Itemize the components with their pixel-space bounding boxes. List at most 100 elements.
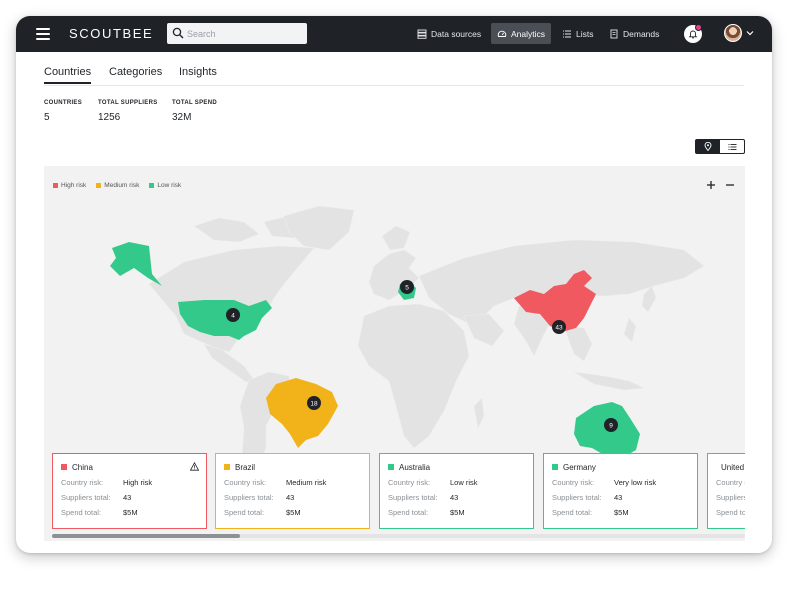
card-spend-row: Spend total: $5M bbox=[61, 508, 198, 517]
plus-icon bbox=[707, 181, 715, 189]
country-alaska bbox=[110, 242, 162, 286]
card-header: Brazil bbox=[224, 462, 361, 472]
field-value: High risk bbox=[123, 478, 153, 487]
marker-count: 5 bbox=[405, 285, 409, 292]
nav-label: Demands bbox=[623, 28, 660, 39]
search-input[interactable] bbox=[187, 23, 302, 44]
world-map-panel[interactable]: 4 5 43 18 9 High risk Medium risk Low ri bbox=[44, 166, 745, 541]
zoom-in-button[interactable] bbox=[705, 179, 717, 191]
field-label: Country risk: bbox=[61, 478, 104, 487]
card-risk-row: Country risk: Very low risk bbox=[552, 478, 689, 487]
field-value: $5M bbox=[286, 508, 301, 517]
card-risk-row: Country risk: Low risk bbox=[388, 478, 525, 487]
map-pin-icon bbox=[704, 142, 712, 151]
field-label: Spend total: bbox=[224, 508, 265, 517]
marker-count: 9 bbox=[609, 423, 613, 430]
legend-label: Medium risk bbox=[104, 182, 140, 189]
map-marker-australia[interactable]: 9 bbox=[604, 418, 618, 432]
menu-icon[interactable] bbox=[36, 28, 50, 40]
nav-demands[interactable]: Demands bbox=[603, 23, 665, 44]
field-value: 43 bbox=[614, 493, 623, 502]
legend-item-low-risk: Low risk bbox=[149, 182, 181, 189]
list-view-button[interactable] bbox=[720, 140, 744, 153]
tab-insights[interactable]: Insights bbox=[179, 66, 217, 78]
stat-label: COUNTRIES bbox=[44, 100, 83, 106]
country-card-australia[interactable]: Australia Country risk: Low risk Supplier… bbox=[379, 453, 534, 529]
search-icon bbox=[172, 27, 184, 39]
legend-swatch bbox=[53, 183, 58, 188]
risk-swatch bbox=[224, 464, 230, 470]
field-label: Spend total: bbox=[61, 508, 102, 517]
minus-icon bbox=[726, 184, 734, 186]
card-suppliers-row: Suppliers total: 43 bbox=[552, 493, 689, 502]
legend-label: Low risk bbox=[157, 182, 182, 189]
map-view-button[interactable] bbox=[696, 140, 720, 153]
legend-item-medium-risk: Medium risk bbox=[96, 182, 139, 189]
card-spend-row: Spend total: bbox=[716, 508, 745, 517]
stat-total-spend: TOTAL SPEND 32M bbox=[172, 100, 217, 123]
country-brazil bbox=[266, 378, 338, 448]
field-label: Suppliers total: bbox=[388, 493, 438, 502]
map-marker-usa[interactable]: 4 bbox=[226, 308, 240, 322]
card-country-name: Brazil bbox=[235, 462, 256, 472]
card-suppliers-row: Suppliers total: bbox=[716, 493, 745, 502]
search-box[interactable] bbox=[167, 23, 307, 44]
card-country-name: United bbox=[721, 462, 745, 472]
field-label: Suppliers total: bbox=[716, 493, 745, 502]
nav-label: Analytics bbox=[511, 28, 546, 39]
nav-analytics[interactable]: Analytics bbox=[491, 23, 552, 44]
field-value: $5M bbox=[123, 508, 138, 517]
cards-scrollbar-thumb[interactable] bbox=[52, 534, 240, 538]
field-value: Very low risk bbox=[614, 478, 657, 487]
map-marker-europe[interactable]: 5 bbox=[400, 280, 414, 294]
map-marker-brazil[interactable]: 18 bbox=[307, 396, 321, 410]
card-country-name: China bbox=[72, 462, 93, 472]
map-marker-china[interactable]: 43 bbox=[552, 320, 566, 334]
stat-label: TOTAL SUPPLIERS bbox=[98, 100, 158, 106]
zoom-out-button[interactable] bbox=[724, 179, 736, 191]
tab-countries[interactable]: Countries bbox=[44, 66, 92, 84]
risk-swatch bbox=[552, 464, 558, 470]
card-risk-row: Country risk: bbox=[716, 478, 745, 487]
stat-countries: COUNTRIES 5 bbox=[44, 100, 82, 123]
nav-data-sources[interactable]: Data sources bbox=[411, 23, 487, 44]
tab-bar: Countries Categories Insights bbox=[44, 66, 744, 86]
card-spend-row: Spend total: $5M bbox=[224, 508, 361, 517]
country-card-brazil[interactable]: Brazil Country risk: Medium risk Supplier… bbox=[215, 453, 370, 529]
chevron-down-icon[interactable] bbox=[746, 29, 754, 37]
marker-count: 18 bbox=[310, 401, 318, 408]
card-header: United bbox=[716, 462, 744, 472]
gauge-icon bbox=[497, 30, 507, 37]
field-value: Medium risk bbox=[286, 478, 327, 487]
card-suppliers-row: Suppliers total: 43 bbox=[224, 493, 361, 502]
legend-label: High risk bbox=[61, 182, 87, 189]
field-label: Country risk: bbox=[716, 478, 745, 487]
country-card-china[interactable]: China Country risk: High risk Suppliers t… bbox=[52, 453, 207, 529]
field-label: Suppliers total: bbox=[552, 493, 602, 502]
country-card-germany[interactable]: Germany Country risk: Very low risk Suppl… bbox=[543, 453, 698, 529]
card-header: China bbox=[61, 462, 198, 472]
field-value: $5M bbox=[450, 508, 465, 517]
card-risk-row: Country risk: High risk bbox=[61, 478, 198, 487]
field-value: Low risk bbox=[450, 478, 478, 487]
marker-count: 4 bbox=[231, 313, 235, 320]
app-logo[interactable]: SCOUTBEE bbox=[69, 26, 153, 41]
tab-categories[interactable]: Categories bbox=[109, 66, 162, 78]
field-value: $5M bbox=[614, 508, 629, 517]
stat-value: 32M bbox=[172, 112, 192, 123]
stat-total-suppliers: TOTAL SUPPLIERS 1256 bbox=[98, 100, 158, 123]
card-risk-row: Country risk: Medium risk bbox=[224, 478, 361, 487]
field-label: Spend total: bbox=[388, 508, 429, 517]
field-label: Suppliers total: bbox=[61, 493, 111, 502]
list-icon bbox=[563, 30, 571, 37]
country-card-united[interactable]: United Country risk: Suppliers total: Sp… bbox=[707, 453, 745, 529]
field-value: 43 bbox=[450, 493, 459, 502]
document-icon bbox=[610, 29, 618, 38]
nav-label: Lists bbox=[576, 28, 594, 39]
nav-lists[interactable]: Lists bbox=[556, 23, 599, 44]
field-value: 43 bbox=[286, 493, 295, 502]
stat-label: TOTAL SPEND bbox=[172, 100, 217, 106]
notification-badge bbox=[695, 24, 702, 31]
stat-value: 1256 bbox=[98, 112, 121, 123]
avatar[interactable] bbox=[724, 24, 742, 42]
